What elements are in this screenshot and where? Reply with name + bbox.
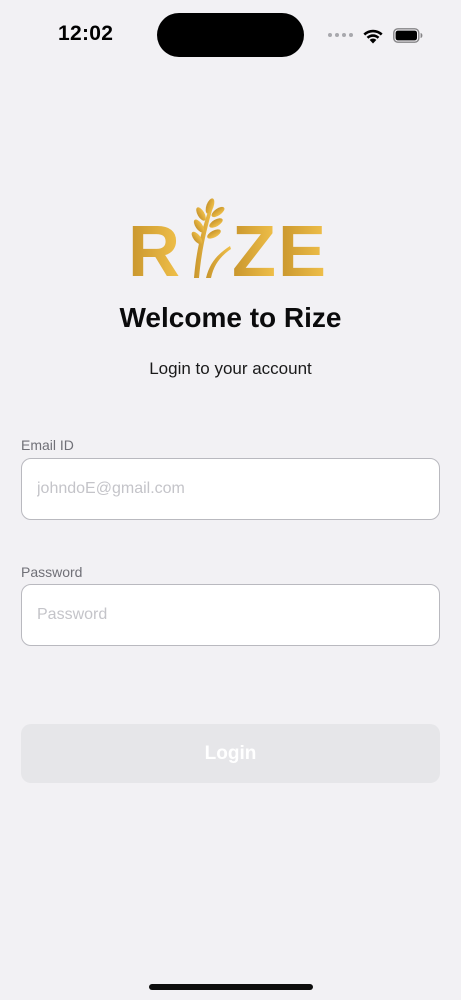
battery-icon bbox=[393, 27, 423, 43]
status-time: 12:02 bbox=[58, 22, 114, 45]
page-title: Welcome to Rize bbox=[119, 302, 342, 333]
wheat-icon bbox=[191, 198, 231, 278]
logo-letter-z: Z bbox=[232, 212, 276, 280]
wifi-icon bbox=[362, 27, 384, 44]
home-indicator[interactable] bbox=[149, 984, 313, 990]
signal-dots-icon bbox=[328, 33, 353, 37]
password-field[interactable] bbox=[21, 584, 440, 646]
logo-letter-e: E bbox=[278, 212, 326, 280]
dynamic-island bbox=[157, 13, 304, 57]
status-bar: 12:02 bbox=[0, 0, 461, 70]
login-button[interactable]: Login bbox=[21, 724, 440, 783]
email-field[interactable] bbox=[21, 458, 440, 520]
status-icons bbox=[328, 24, 423, 46]
password-label: Password bbox=[21, 564, 83, 580]
login-screen: 12:02 R Z E Welcome to Rize Login to you… bbox=[0, 0, 461, 1000]
page-subtitle: Login to your account bbox=[149, 359, 312, 378]
logo-letter-r: R bbox=[128, 212, 180, 280]
email-label: Email ID bbox=[21, 437, 74, 453]
rize-logo: R Z E bbox=[128, 192, 334, 280]
